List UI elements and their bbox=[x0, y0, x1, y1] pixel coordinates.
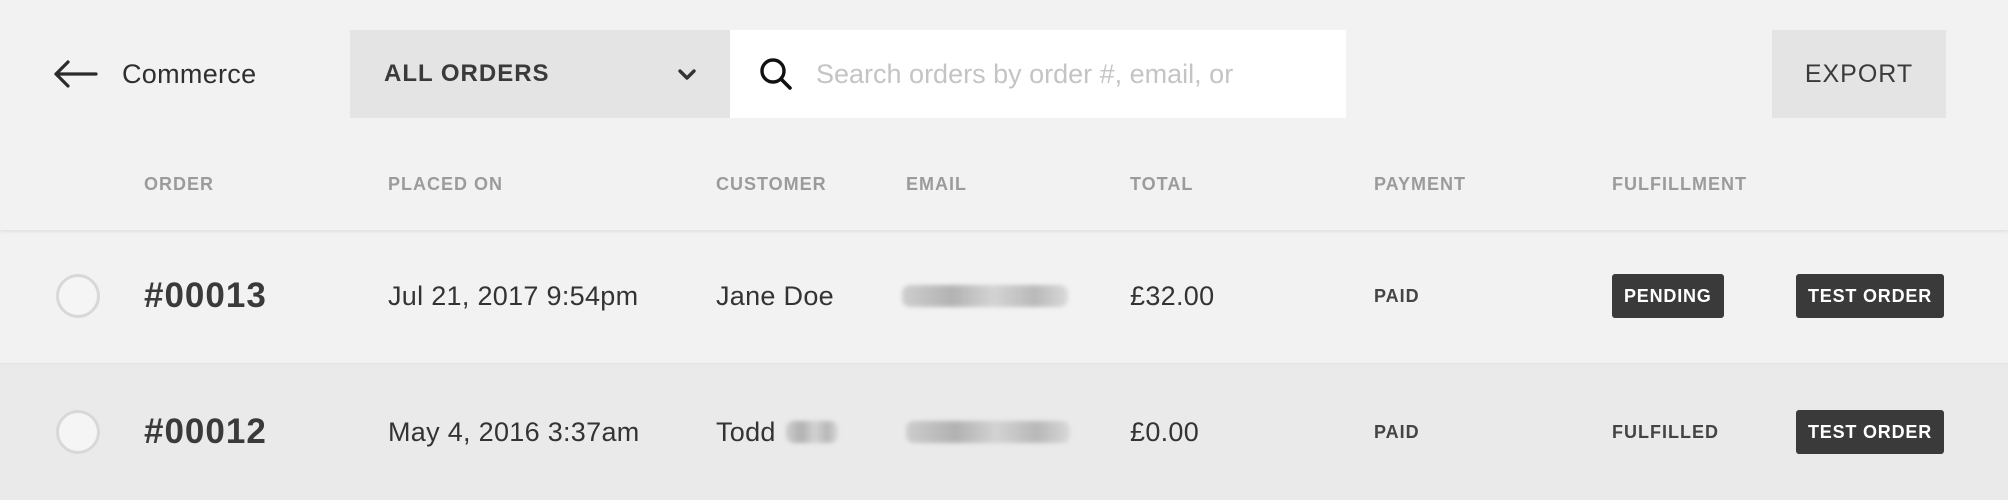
export-button[interactable]: EXPORT bbox=[1772, 30, 1946, 118]
email-redacted bbox=[906, 421, 1070, 443]
arrow-left-icon bbox=[54, 60, 98, 88]
email-redacted bbox=[902, 285, 1068, 307]
placed-on: May 4, 2016 3:37am bbox=[388, 416, 640, 447]
order-number[interactable]: #00012 bbox=[144, 412, 267, 452]
back-label: Commerce bbox=[122, 58, 257, 89]
column-header-order[interactable]: ORDER bbox=[144, 174, 214, 195]
chevron-down-icon bbox=[678, 69, 696, 80]
customer-name: Jane Doe bbox=[716, 280, 834, 311]
back-to-commerce-link[interactable]: Commerce bbox=[50, 50, 256, 98]
column-header-payment[interactable]: PAYMENT bbox=[1374, 174, 1466, 195]
orders-filter-dropdown[interactable]: ALL ORDERS bbox=[350, 30, 730, 118]
column-header-placed-on[interactable]: PLACED ON bbox=[388, 174, 503, 195]
order-number[interactable]: #00013 bbox=[144, 276, 267, 316]
column-header-customer[interactable]: CUSTOMER bbox=[716, 174, 827, 195]
search-input[interactable] bbox=[816, 44, 1336, 104]
order-total: £32.00 bbox=[1130, 280, 1215, 311]
payment-status: PAID bbox=[1374, 421, 1420, 442]
column-header-fulfillment[interactable]: FULFILLMENT bbox=[1612, 174, 1747, 195]
search-box bbox=[730, 30, 1346, 118]
placed-on: Jul 21, 2017 9:54pm bbox=[388, 280, 639, 311]
payment-status: PAID bbox=[1374, 285, 1420, 306]
row-select-checkbox[interactable] bbox=[56, 274, 100, 318]
table-row[interactable]: #00012 May 4, 2016 3:37am Todd £0.00 PAI… bbox=[0, 364, 2008, 500]
table-row[interactable]: #00013 Jul 21, 2017 9:54pm Jane Doe £32.… bbox=[0, 228, 2008, 364]
order-total: £0.00 bbox=[1130, 416, 1200, 447]
column-header-email[interactable]: EMAIL bbox=[906, 174, 967, 195]
fulfillment-status: FULFILLED bbox=[1612, 421, 1719, 442]
customer-name: Todd bbox=[716, 416, 776, 447]
test-order-badge: TEST ORDER bbox=[1796, 410, 1945, 454]
search-icon bbox=[760, 58, 792, 90]
column-header-total[interactable]: TOTAL bbox=[1130, 174, 1193, 195]
row-select-checkbox[interactable] bbox=[56, 410, 100, 454]
test-order-badge: TEST ORDER bbox=[1796, 274, 1945, 318]
fulfillment-badge: PENDING bbox=[1612, 274, 1724, 318]
filter-label: ALL ORDERS bbox=[384, 60, 550, 87]
orders-toolbar: Commerce ALL ORDERS EXPORT ORDER PLACED … bbox=[0, 0, 2008, 230]
customer-surname-redacted bbox=[785, 421, 838, 443]
